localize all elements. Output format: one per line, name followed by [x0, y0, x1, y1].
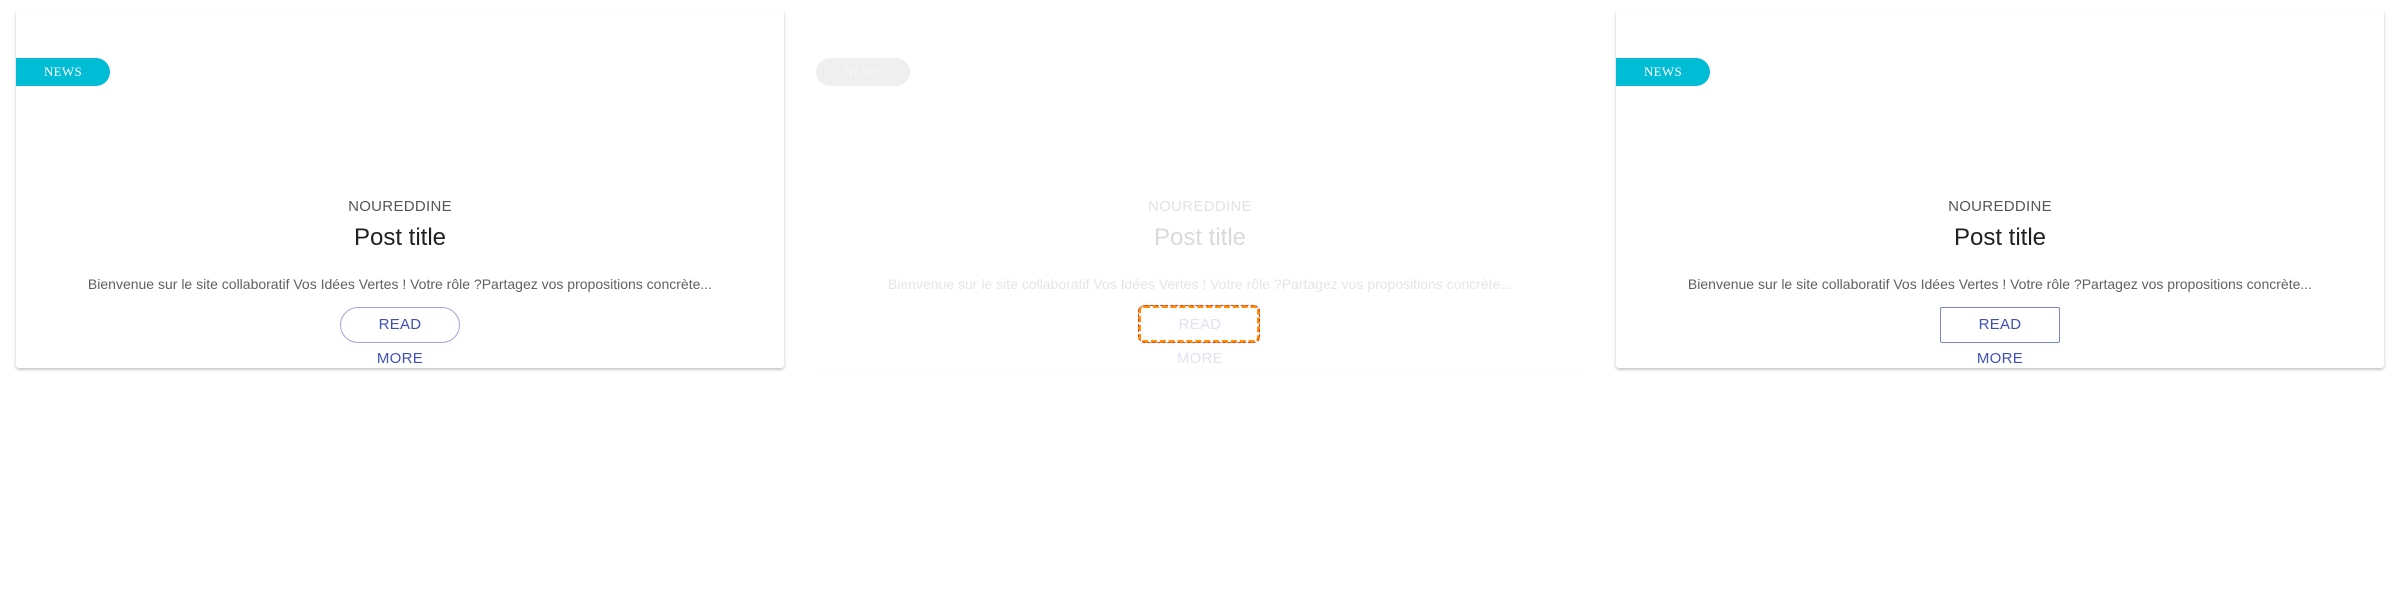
read-more-button[interactable]: READ MORE [1940, 307, 2060, 367]
read-more-button[interactable]: READ MORE [340, 307, 460, 367]
post-cards-row: NEWS NOUREDDINE Post title Bienvenue sur… [0, 0, 2400, 600]
post-title: Post title [1953, 224, 2047, 251]
post-excerpt: Bienvenue sur le site collaboratif Vos I… [887, 276, 1513, 292]
category-badge: NEWS [16, 58, 110, 86]
post-card: NEWS NOUREDDINE Post title Bienvenue sur… [1616, 10, 2384, 368]
category-badge: NEWS [816, 58, 910, 86]
post-excerpt: Bienvenue sur le site collaboratif Vos I… [87, 276, 713, 292]
post-card: NEWS NOUREDDINE Post title Bienvenue sur… [816, 10, 1584, 368]
post-author: NOUREDDINE [1948, 198, 2052, 215]
post-title: Post title [1153, 224, 1247, 251]
post-author: NOUREDDINE [348, 198, 452, 215]
post-card: NEWS NOUREDDINE Post title Bienvenue sur… [16, 10, 784, 368]
post-author: NOUREDDINE [1148, 198, 1252, 215]
post-title: Post title [353, 224, 447, 251]
post-excerpt: Bienvenue sur le site collaboratif Vos I… [1687, 276, 2313, 292]
category-badge: NEWS [1616, 58, 1710, 86]
read-more-button[interactable]: READ MORE [1140, 307, 1260, 367]
